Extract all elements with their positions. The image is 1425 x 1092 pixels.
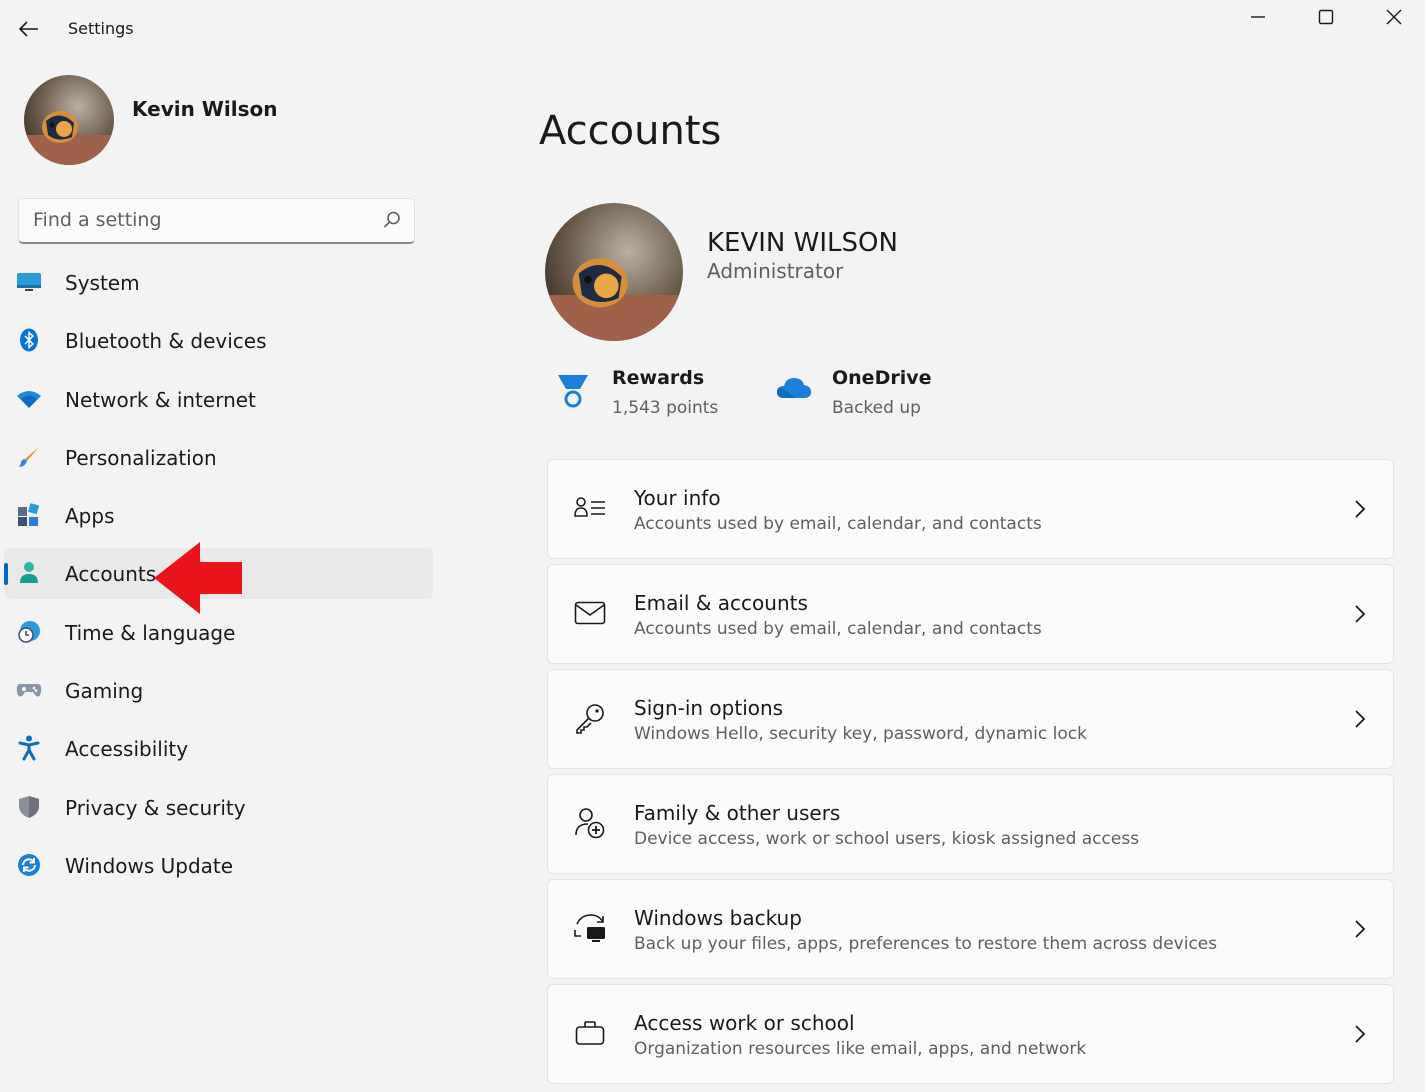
- sidebar-item-label: Network & internet: [65, 387, 256, 412]
- card-title: Family & other users: [634, 801, 841, 825]
- sidebar-item-label: Personalization: [65, 445, 217, 470]
- card-subtitle: Back up your files, apps, preferences to…: [634, 934, 1218, 954]
- apps-icon: [16, 502, 42, 528]
- back-arrow-icon: [19, 21, 38, 37]
- onedrive-cloud-icon: [777, 378, 811, 398]
- sidebar-item-bluetooth[interactable]: Bluetooth & devices: [4, 315, 433, 366]
- onedrive-title: OneDrive: [832, 367, 932, 389]
- rewards-medal-icon: [558, 375, 588, 408]
- close-icon: [1386, 9, 1402, 25]
- back-button[interactable]: [14, 14, 44, 44]
- backup-icon: [572, 910, 608, 946]
- briefcase-icon: [572, 1015, 608, 1051]
- card-title: Your info: [634, 486, 721, 510]
- maximize-icon: [1318, 9, 1334, 25]
- rewards-title: Rewards: [612, 367, 705, 389]
- user-name: Kevin Wilson: [132, 97, 278, 121]
- sidebar-item-label: System: [65, 271, 140, 295]
- shield-icon: [16, 794, 42, 820]
- sidebar-item-personalization[interactable]: Personalization: [4, 432, 433, 483]
- rewards-points: 1,543 points: [612, 398, 719, 418]
- chevron-right-icon: [1355, 500, 1366, 518]
- chevron-right-icon: [1355, 920, 1366, 938]
- sidebar-item-windows-update[interactable]: Windows Update: [4, 840, 433, 891]
- profile-role: Administrator: [707, 259, 844, 283]
- sidebar-item-label: Accounts: [65, 562, 157, 587]
- maximize-button[interactable]: [1301, 2, 1351, 32]
- page-title: Accounts: [539, 108, 722, 154]
- card-windows-backup[interactable]: Windows backup Back up your files, apps,…: [547, 879, 1394, 979]
- card-subtitle: Accounts used by email, calendar, and co…: [634, 514, 1042, 534]
- search-box[interactable]: [18, 198, 415, 244]
- card-title: Email & accounts: [634, 591, 808, 615]
- card-subtitle: Accounts used by email, calendar, and co…: [634, 619, 1042, 639]
- sidebar-item-gaming[interactable]: Gaming: [4, 665, 433, 716]
- accounts-icon: [16, 560, 42, 586]
- minimize-button[interactable]: [1233, 2, 1283, 32]
- search-icon[interactable]: [382, 210, 402, 230]
- card-title: Sign-in options: [634, 696, 784, 720]
- person-list-icon: [572, 490, 608, 526]
- sidebar-item-system[interactable]: System: [4, 257, 433, 308]
- sidebar-item-label: Gaming: [65, 679, 144, 704]
- accounts-settings-list: Your info Accounts used by email, calend…: [547, 459, 1394, 1089]
- chevron-right-icon: [1355, 1025, 1366, 1043]
- system-icon: [16, 269, 42, 295]
- card-subtitle: Windows Hello, security key, password, d…: [634, 724, 1087, 744]
- card-access-work-school[interactable]: Access work or school Organization resou…: [547, 984, 1394, 1084]
- update-icon: [16, 852, 42, 878]
- time-language-icon: [16, 619, 42, 645]
- sidebar-item-label: Privacy & security: [65, 795, 246, 820]
- chevron-right-icon: [1355, 605, 1366, 623]
- close-button[interactable]: [1369, 2, 1419, 32]
- card-email-accounts[interactable]: Email & accounts Accounts used by email,…: [547, 564, 1394, 664]
- card-your-info[interactable]: Your info Accounts used by email, calend…: [547, 459, 1394, 559]
- app-title: Settings: [68, 19, 134, 38]
- card-title: Windows backup: [634, 906, 802, 930]
- card-family-other-users[interactable]: Family & other users Device access, work…: [547, 774, 1394, 874]
- bluetooth-icon: [16, 327, 42, 353]
- avatar-image: [24, 75, 114, 165]
- key-icon: [572, 700, 608, 736]
- search-input[interactable]: [33, 199, 373, 241]
- accessibility-icon: [16, 735, 42, 761]
- onedrive-status: Backed up: [832, 398, 921, 418]
- add-person-icon: [572, 805, 608, 841]
- brush-icon: [16, 444, 42, 470]
- sidebar-item-label: Apps: [65, 504, 115, 529]
- sidebar-item-label: Accessibility: [65, 737, 189, 762]
- card-title: Access work or school: [634, 1011, 855, 1035]
- sidebar-item-label: Bluetooth & devices: [65, 329, 267, 354]
- gamepad-icon: [16, 677, 42, 703]
- profile-avatar[interactable]: [545, 203, 683, 341]
- chevron-right-icon: [1355, 710, 1366, 728]
- wifi-icon: [16, 386, 42, 412]
- avatar-image: [545, 203, 683, 341]
- card-subtitle: Device access, work or school users, kio…: [634, 829, 1140, 849]
- minimize-icon: [1251, 16, 1265, 18]
- sidebar-item-label: Time & language: [65, 620, 236, 645]
- card-subtitle: Organization resources like email, apps,…: [634, 1039, 1087, 1059]
- card-sign-in-options[interactable]: Sign-in options Windows Hello, security …: [547, 669, 1394, 769]
- profile-name: KEVIN WILSON: [707, 228, 898, 258]
- sidebar-item-network[interactable]: Network & internet: [4, 374, 433, 425]
- sidebar-item-accessibility[interactable]: Accessibility: [4, 723, 433, 774]
- annotation-arrow-left: [154, 542, 242, 614]
- user-avatar[interactable]: [24, 75, 114, 165]
- title-bar: Settings: [0, 0, 1425, 56]
- sidebar-item-apps[interactable]: Apps: [4, 490, 433, 541]
- sidebar-item-label: Windows Update: [65, 853, 234, 878]
- mail-icon: [572, 595, 608, 631]
- sidebar-item-privacy-security[interactable]: Privacy & security: [4, 782, 433, 833]
